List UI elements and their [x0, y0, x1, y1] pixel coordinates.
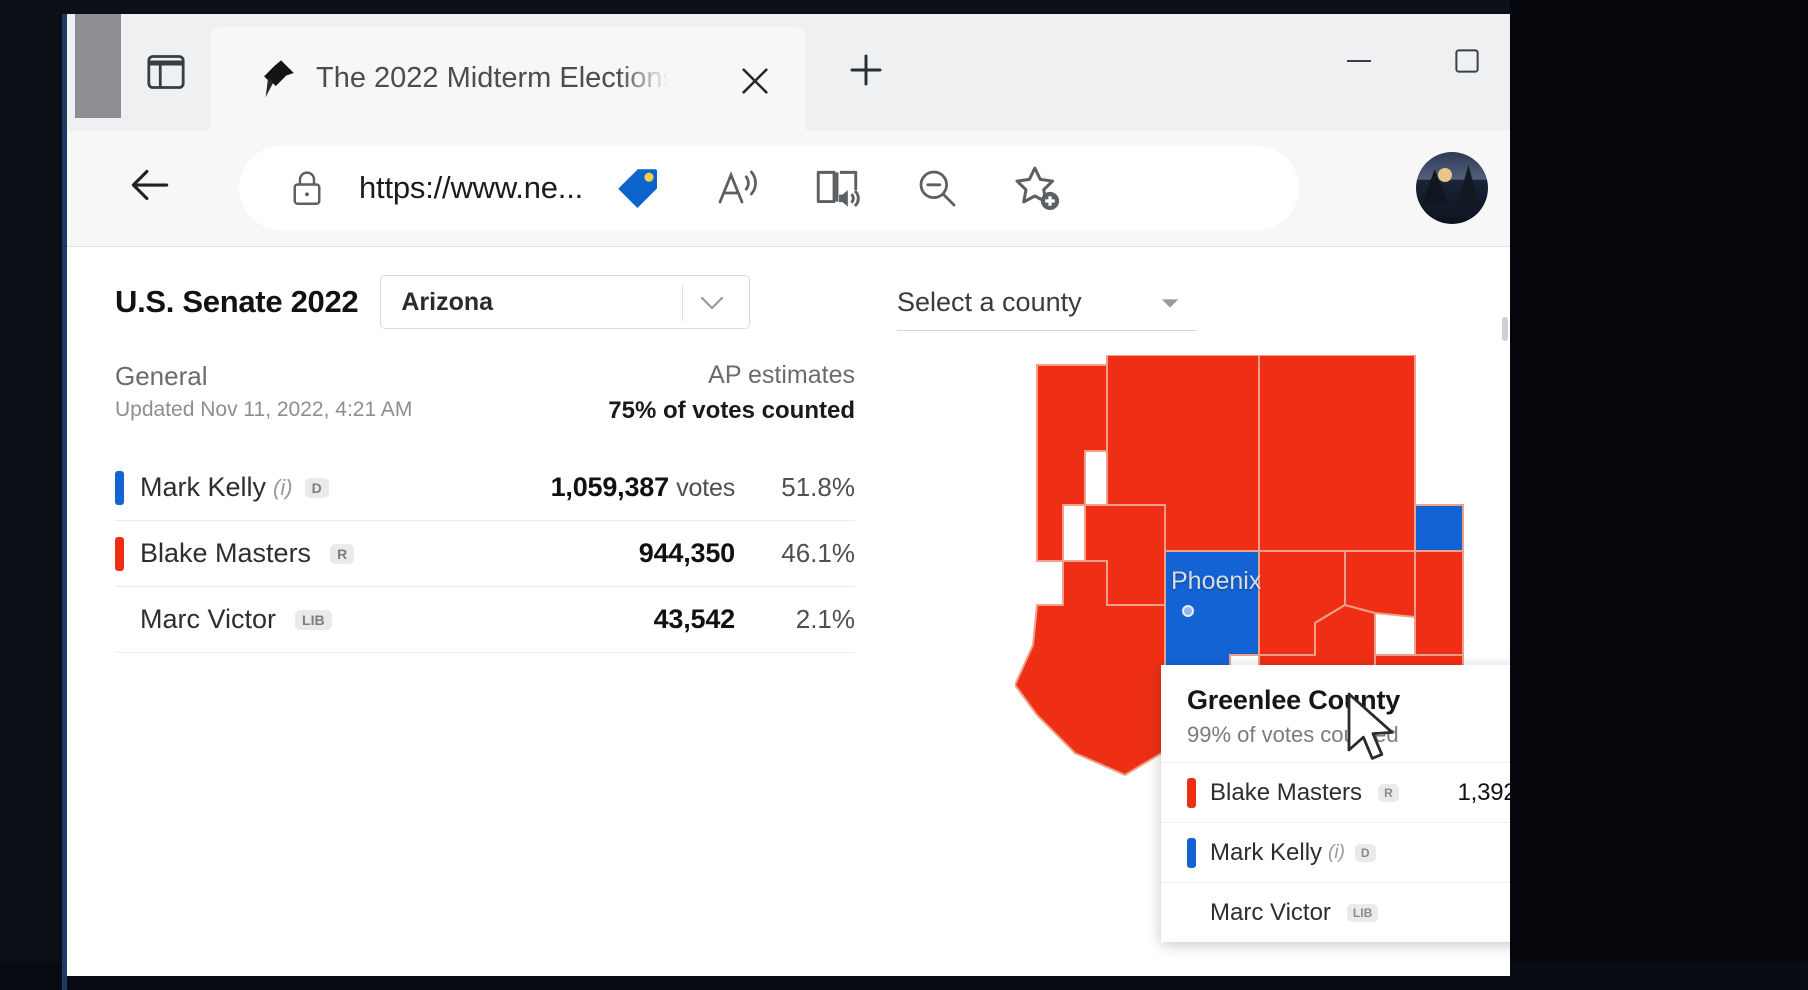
read-aloud-icon[interactable] — [711, 162, 763, 214]
party-color-swatch — [1187, 777, 1196, 808]
candidate-table: Mark Kelly (i) D 1,059,387 votes 51.8% B… — [115, 455, 855, 653]
table-row[interactable]: Mark Kelly (i) D 1,059,387 votes 51.8% — [115, 455, 855, 521]
candidate-votes: 1,392 votes — [1457, 779, 1510, 807]
county-greenlee — [1414, 550, 1464, 656]
window-controls — [1332, 34, 1494, 88]
chevron-down-icon[interactable] — [1159, 295, 1181, 316]
candidate-name: Blake Masters — [1210, 778, 1363, 806]
pin-icon — [248, 52, 302, 106]
candidate-votes: 944,350 — [639, 538, 735, 569]
capture-bezel-left — [0, 0, 62, 990]
race-meta-right: AP estimates 75% of votes counted — [608, 361, 855, 425]
candidate-percent: 2.1% — [795, 604, 855, 634]
county-graham — [1344, 550, 1416, 619]
candidate-votes: 1,059,387 votes — [550, 472, 736, 503]
url-text: https://www.ne... — [359, 170, 584, 205]
address-bar[interactable]: https://www.ne... — [239, 146, 1299, 230]
race-meta: General Updated Nov 11, 2022, 4:21 AM AP… — [115, 361, 855, 425]
immersive-reader-icon[interactable] — [811, 162, 863, 214]
county-select[interactable]: Select a county — [897, 275, 1197, 331]
city-dot-phoenix — [1182, 605, 1194, 617]
back-arrow-icon[interactable] — [119, 154, 181, 216]
party-color-swatch — [115, 470, 124, 505]
navigation-toolbar: https://www.ne... — [67, 130, 1510, 246]
lock-icon — [281, 162, 333, 214]
candidate-name: Marc Victor — [140, 604, 277, 634]
party-badge: D — [1354, 843, 1376, 862]
sidebar-toggle-icon[interactable] — [139, 48, 193, 96]
candidate-percent: 51.8% — [781, 472, 855, 502]
candidate-votes-number: 1,392 — [1457, 778, 1510, 806]
table-row[interactable]: Blake Masters R 944,350 46.1% — [115, 521, 855, 587]
party-badge: LIB — [1346, 903, 1379, 922]
tab-title: The 2022 Midterm Elections: Live — [316, 62, 668, 94]
state-select-value: Arizona — [401, 287, 494, 316]
tab-strip: The 2022 Midterm Elections: Live — [67, 14, 1510, 130]
party-color-swatch — [115, 603, 124, 637]
county-select-value: Select a county — [897, 287, 1082, 317]
party-badge: LIB — [295, 609, 332, 630]
page-content: U.S. Senate 2022 Arizona General Updated… — [67, 246, 1510, 976]
candidate-name: Marc Victor — [1210, 898, 1331, 926]
table-row: Blake Masters R 1,392 votes 56.5% — [1161, 762, 1510, 822]
shopping-tag-icon[interactable] — [611, 162, 663, 214]
county-ne-blue-strip — [1414, 504, 1464, 552]
omnibox-actions — [611, 162, 1063, 214]
candidate-votes-number: 944,350 — [638, 538, 735, 568]
browser-tab[interactable]: The 2022 Midterm Elections: Live — [210, 27, 805, 130]
race-meta-left: General Updated Nov 11, 2022, 4:21 AM — [115, 361, 412, 422]
candidate-name: Mark Kelly — [1210, 838, 1323, 866]
minimize-icon[interactable] — [1332, 34, 1386, 88]
new-tab-button[interactable] — [842, 46, 890, 94]
chevron-down-icon[interactable] — [697, 292, 727, 319]
county-apache-navajo — [1258, 355, 1416, 552]
table-row: Mark Kelly (i) D 970 39.4% — [1161, 822, 1510, 882]
state-select[interactable]: Arizona — [380, 275, 751, 329]
party-color-swatch — [1187, 837, 1196, 868]
capture-bezel-right — [1510, 0, 1808, 990]
add-favorite-icon[interactable] — [1011, 162, 1063, 214]
county-map-panel: Select a county Phoenix Greenlee County … — [885, 275, 1510, 976]
sidebar-toggle-strip[interactable] — [75, 14, 121, 118]
maximize-icon[interactable] — [1440, 34, 1494, 88]
updated-timestamp: Updated Nov 11, 2022, 4:21 AM — [115, 398, 413, 421]
party-color-swatch — [115, 536, 124, 571]
race-results-panel: U.S. Senate 2022 Arizona General Updated… — [115, 275, 855, 653]
close-icon[interactable] — [733, 59, 777, 103]
candidate-name: Blake Masters — [140, 538, 312, 568]
state-select-divider — [682, 285, 684, 321]
candidate-votes: 43,542 — [653, 604, 736, 635]
candidate-name: Mark Kelly — [140, 472, 267, 502]
profile-avatar[interactable] — [1416, 152, 1488, 224]
source-label: AP estimates — [708, 361, 855, 389]
candidate-percent: 46.1% — [781, 538, 855, 568]
table-row[interactable]: Marc Victor LIB 43,542 2.1% — [115, 587, 855, 653]
incumbent-marker: (i) — [1328, 841, 1345, 863]
incumbent-marker: (i) — [273, 474, 293, 500]
party-badge: D — [304, 477, 329, 498]
party-color-swatch — [1187, 898, 1196, 928]
mouse-cursor — [1345, 692, 1401, 773]
page-title: U.S. Senate 2022 — [115, 284, 359, 319]
county-tooltip: Greenlee County 99% of votes counted Bla… — [1161, 665, 1510, 942]
browser-window: The 2022 Midterm Elections: Live — [67, 14, 1510, 976]
candidate-votes-number: 1,059,387 — [550, 472, 670, 502]
election-type: General — [115, 361, 208, 391]
screen-capture: The 2022 Midterm Elections: Live — [0, 0, 1808, 990]
table-row: Marc Victor LIB 100 4.1% — [1161, 882, 1510, 942]
votes-counted-label: 75% of votes counted — [608, 397, 855, 424]
party-badge: R — [1378, 783, 1399, 802]
candidate-votes-number: 43,542 — [653, 604, 736, 634]
race-header: U.S. Senate 2022 Arizona — [115, 275, 855, 329]
zoom-out-icon[interactable] — [911, 162, 963, 214]
votes-word: votes — [676, 474, 735, 502]
party-badge: R — [330, 543, 355, 564]
